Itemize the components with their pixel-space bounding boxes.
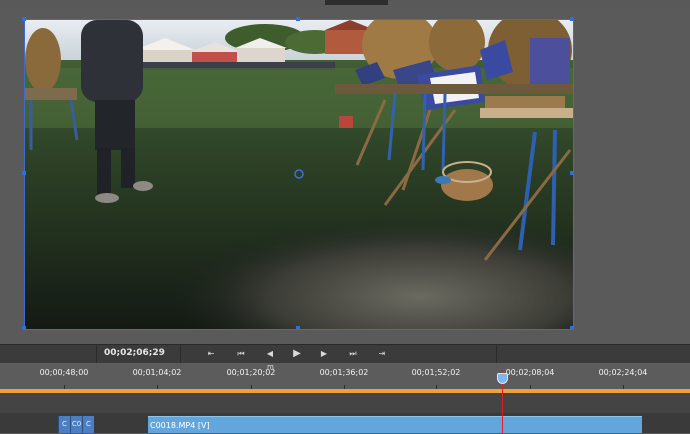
play-button[interactable]: ▶ [289,348,305,360]
video-clip[interactable]: C0018.MP4 [V] [148,416,642,433]
frame-handle-top-left[interactable] [22,17,26,21]
transport-divider [496,345,497,363]
ruler-timecode: 00;01;36;02 [319,368,369,377]
go-to-in-point-button[interactable]: ⇤ [203,348,219,360]
video-frame-image [25,20,573,329]
transport-bar: 00;02;06;29 ⇤ ⏮ ◀ ▶ ▶ ⏭ ⇥ [0,344,690,364]
top-panel-tab[interactable] [325,0,388,5]
video-track-area: C C0 C C0018.MP4 [V] [0,393,690,433]
program-monitor-frame[interactable] [24,19,574,330]
frame-handle-middle-right[interactable] [570,171,574,175]
small-clip[interactable]: C [58,416,70,433]
ruler-timecode: 00;00;48;00 [39,368,89,377]
transport-divider [180,345,181,363]
go-to-next-edit-button[interactable]: ⏭ [345,348,361,360]
track-row [0,393,690,413]
transport-divider [96,345,97,363]
frame-handle-top-right[interactable] [570,17,574,21]
ruler-timecode: 00;01;52;02 [411,368,461,377]
ruler-timecode: 00;02;08;04 [505,368,555,377]
small-clip[interactable]: C [82,416,94,433]
current-timecode[interactable]: 00;02;06;29 [104,348,165,358]
ruler-timecode: 00;02;24;04 [598,368,648,377]
frame-handle-bottom-center[interactable] [296,326,300,330]
frame-handle-top-center[interactable] [296,17,300,21]
ruler-timecode: 00;01;04;02 [132,368,182,377]
playhead-handle[interactable] [497,373,508,384]
ruler-timecode: 00;01;20;02 [226,368,276,377]
go-to-previous-edit-button[interactable]: ⏮ [233,348,249,360]
time-ruler[interactable]: m 00;00;48;00 00;01;04;02 00;01;20;02 00… [0,363,690,389]
frame-handle-middle-left[interactable] [22,171,26,175]
frame-handle-bottom-left[interactable] [22,326,26,330]
small-clip[interactable]: C0 [70,416,82,433]
go-to-out-point-button[interactable]: ⇥ [374,348,390,360]
step-forward-button[interactable]: ▶ [316,348,332,360]
step-back-button[interactable]: ◀ [262,348,278,360]
frame-handle-bottom-right[interactable] [570,326,574,330]
